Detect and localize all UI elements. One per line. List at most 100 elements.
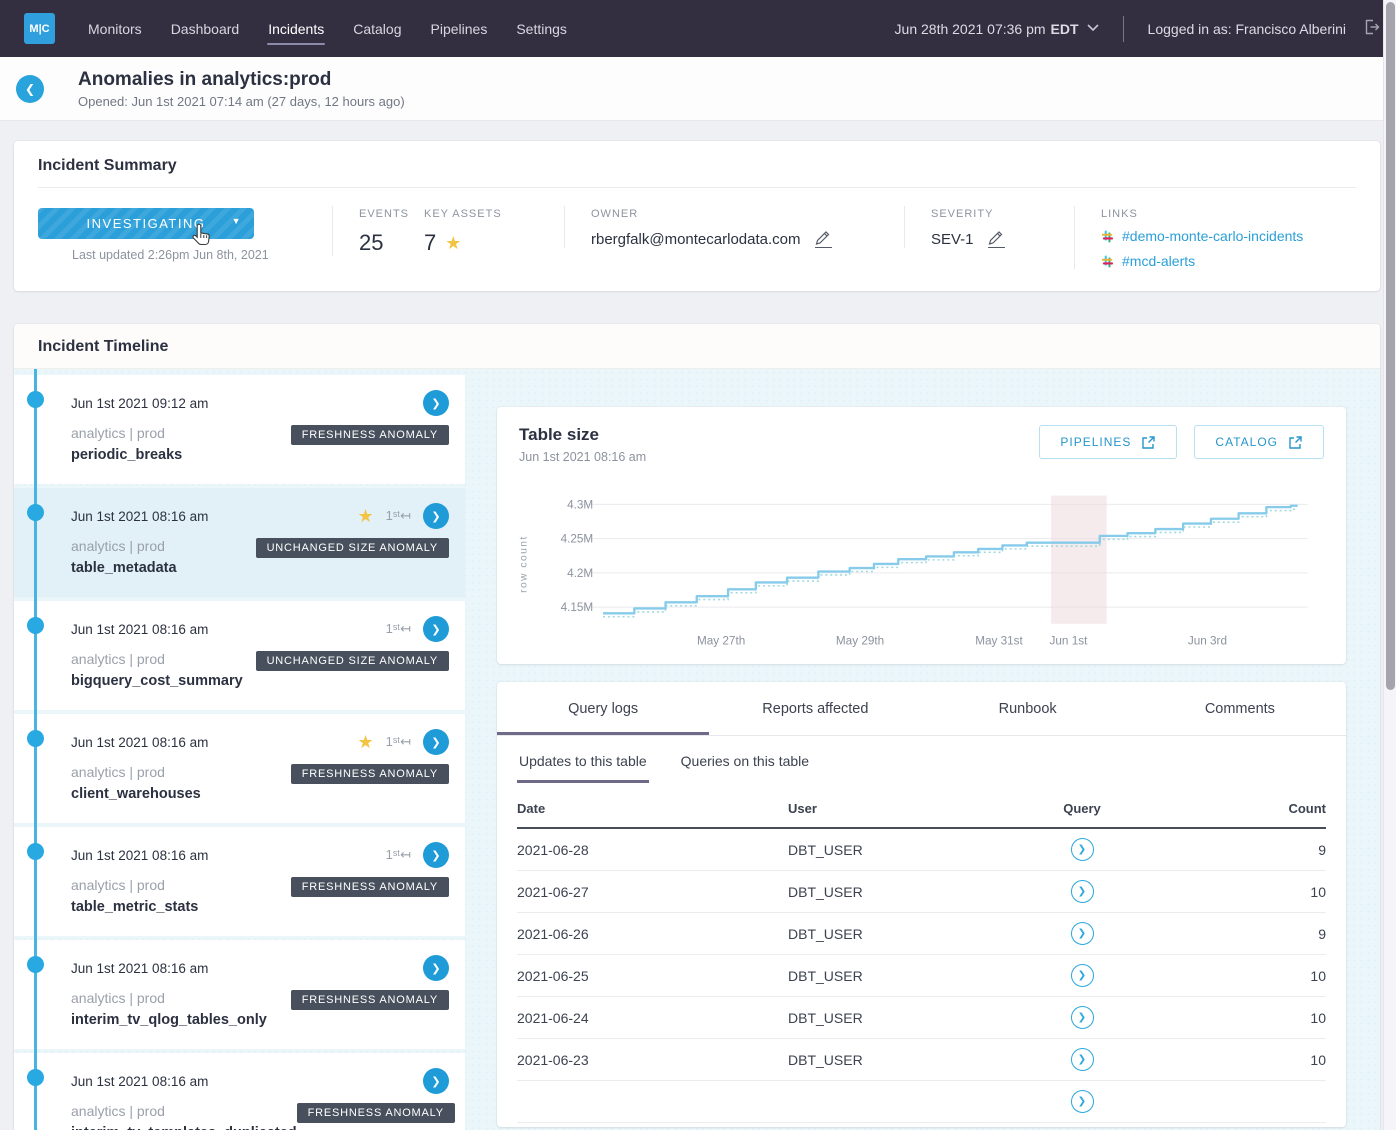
back-button[interactable]: ❮ — [16, 75, 44, 103]
monte-carlo-logo[interactable]: M|C — [24, 13, 55, 44]
timeline-item[interactable]: Jun 1st 2021 08:16 am ❯ analytics | prod… — [14, 940, 465, 1049]
query-table-header: Date User Query Count — [517, 789, 1326, 829]
nav-item-incidents[interactable]: Incidents — [267, 2, 325, 56]
timeline-item-table: table_metadata — [71, 560, 177, 576]
timeline-item-table: bigquery_cost_summary — [71, 673, 243, 689]
query-log-row[interactable]: 2021-06-28 DBT_USER ❯ 9 — [517, 829, 1326, 871]
status-dropdown-button[interactable]: INVESTIGATING ▼ — [38, 208, 254, 239]
timeline-item[interactable]: Jun 1st 2021 08:16 am 1ˢᵗ↤ ❯ analytics |… — [14, 827, 465, 936]
scrollbar-thumb[interactable] — [1386, 2, 1395, 690]
incident-timeline-title: Incident Timeline — [38, 338, 168, 355]
tab-row: Query logsReports affectedRunbookComment… — [497, 682, 1346, 736]
star-icon: ★ — [445, 233, 461, 254]
view-query-button[interactable]: ❯ — [1071, 922, 1094, 945]
catalog-button[interactable]: CATALOG — [1194, 425, 1324, 459]
timeline-item-dataset: analytics | prod — [71, 425, 182, 441]
tab-query-logs[interactable]: Query logs — [497, 682, 709, 735]
nav-item-monitors[interactable]: Monitors — [87, 2, 143, 56]
tab-runbook[interactable]: Runbook — [922, 682, 1134, 735]
severity-column: SEVERITY SEV-1 — [904, 206, 1074, 248]
nav-divider — [1123, 16, 1124, 42]
open-event-button[interactable]: ❯ — [423, 955, 449, 981]
app-root: M|C Monitors Dashboard Incidents Catalog Pip… — [0, 0, 1396, 1130]
query-log-row[interactable]: 2021-06-27 DBT_USER ❯ 10 — [517, 871, 1326, 913]
chevron-right-icon: ❯ — [431, 736, 440, 749]
query-log-row[interactable]: 2021-06-25 DBT_USER ❯ 10 — [517, 955, 1326, 997]
tab-reports-affected[interactable]: Reports affected — [709, 682, 921, 735]
events-column: EVENTS 25 — [332, 206, 424, 256]
open-event-button[interactable]: ❯ — [423, 842, 449, 868]
view-query-button[interactable]: ❯ — [1071, 1006, 1094, 1029]
timeline-line — [34, 369, 37, 1130]
query-row-count: 10 — [1176, 1010, 1326, 1026]
nav-item-catalog[interactable]: Catalog — [352, 2, 402, 56]
timeline-item-date: Jun 1st 2021 08:16 am — [71, 735, 208, 750]
pipelines-button[interactable]: PIPELINES — [1039, 425, 1177, 459]
status-last-updated: Last updated 2:26pm Jun 8th, 2021 — [72, 248, 332, 262]
catalog-button-label: CATALOG — [1215, 435, 1278, 449]
links-column: LINKS #demo-monte-carlo-incidents #mcd-a… — [1074, 206, 1356, 269]
view-query-button[interactable]: ❯ — [1071, 1090, 1094, 1113]
slack-channel-link[interactable]: #mcd-alerts — [1101, 253, 1356, 269]
timeline-item[interactable]: Jun 1st 2021 09:12 am ❯ analytics | prod… — [14, 375, 465, 484]
timeline-item-table: interim_tv_templates_duplicated — [71, 1125, 297, 1130]
query-log-row[interactable]: 2021-06-23 DBT_USER ❯ 10 — [517, 1039, 1326, 1081]
slack-channel-link[interactable]: #demo-monte-carlo-incidents — [1101, 228, 1356, 244]
open-event-button[interactable]: ❯ — [423, 390, 449, 416]
key-assets-value: 7 — [424, 230, 436, 256]
open-event-button[interactable]: ❯ — [423, 1068, 449, 1094]
timeline-item-dataset: analytics | prod — [71, 990, 267, 1006]
open-event-button[interactable]: ❯ — [423, 729, 449, 755]
severity-value: SEV-1 — [931, 231, 974, 248]
svg-text:4.2M: 4.2M — [567, 567, 593, 580]
open-event-button[interactable]: ❯ — [423, 616, 449, 642]
timeline-item[interactable]: Jun 1st 2021 08:16 am ★ 1ˢᵗ↤ ❯ analytics… — [14, 488, 465, 597]
query-row-count: 10 — [1176, 968, 1326, 984]
subtab-queries-on-this-table[interactable]: Queries on this table — [679, 736, 811, 783]
timeline-item[interactable]: Jun 1st 2021 08:16 am ❯ analytics | prod… — [14, 1053, 465, 1130]
timeline-item-table: client_warehouses — [71, 786, 201, 802]
view-query-button[interactable]: ❯ — [1071, 1048, 1094, 1071]
star-icon[interactable]: ★ — [357, 732, 373, 753]
timeline-item-date: Jun 1st 2021 08:16 am — [71, 509, 208, 524]
query-log-row[interactable]: 2021-06-24 DBT_USER ❯ 10 — [517, 997, 1326, 1039]
table-size-chart[interactable]: 4.15M4.2M4.25M4.3MMay 27thMay 29thMay 31… — [513, 478, 1330, 656]
first-occurrence-icon: 1ˢᵗ↤ — [386, 508, 411, 524]
status-column: INVESTIGATING ▼ Last updated 2:26pm Jun … — [38, 206, 332, 262]
page-scrollbar[interactable] — [1383, 0, 1396, 1130]
datetime-dropdown[interactable]: Jun 28th 2021 07:36 pm EDT — [895, 21, 1099, 37]
detail-column: Table size Jun 1st 2021 08:16 am PIPELIN… — [465, 369, 1380, 1130]
caret-down-icon: ▼ — [232, 216, 242, 226]
timeline-item[interactable]: Jun 1st 2021 08:16 am ★ 1ˢᵗ↤ ❯ analytics… — [14, 714, 465, 823]
chevron-right-icon: ❯ — [1078, 970, 1086, 981]
incident-opened-text: Opened: Jun 1st 2021 07:14 am (27 days, … — [78, 94, 405, 109]
logout-icon[interactable] — [1360, 16, 1382, 41]
open-event-button[interactable]: ❯ — [423, 503, 449, 529]
nav-item-pipelines[interactable]: Pipelines — [430, 2, 489, 56]
events-value: 25 — [359, 230, 424, 256]
severity-label: SEVERITY — [931, 208, 1074, 220]
query-log-row[interactable]: ❯ — [517, 1081, 1326, 1123]
nav-item-dashboard[interactable]: Dashboard — [170, 2, 241, 56]
nav-item-settings[interactable]: Settings — [515, 2, 568, 56]
column-header-date: Date — [517, 801, 788, 816]
timeline-item-dataset: analytics | prod — [71, 1103, 297, 1119]
events-label: EVENTS — [359, 208, 424, 220]
edit-severity-icon[interactable] — [988, 230, 1005, 248]
query-logs-card: Query logsReports affectedRunbookComment… — [497, 682, 1346, 1127]
slack-icon — [1101, 230, 1114, 243]
owner-label: OWNER — [591, 208, 904, 220]
timeline-item-table: table_metric_stats — [71, 899, 198, 915]
subtab-updates-to-this-table[interactable]: Updates to this table — [517, 736, 649, 783]
view-query-button[interactable]: ❯ — [1071, 880, 1094, 903]
view-query-button[interactable]: ❯ — [1071, 838, 1094, 861]
timeline-item[interactable]: Jun 1st 2021 08:16 am 1ˢᵗ↤ ❯ analytics |… — [14, 601, 465, 710]
chevron-right-icon: ❯ — [1078, 844, 1086, 855]
timeline-item-date: Jun 1st 2021 08:16 am — [71, 622, 208, 637]
tab-comments[interactable]: Comments — [1134, 682, 1346, 735]
svg-text:row count: row count — [519, 535, 530, 593]
query-log-row[interactable]: 2021-06-26 DBT_USER ❯ 9 — [517, 913, 1326, 955]
view-query-button[interactable]: ❯ — [1071, 964, 1094, 987]
edit-owner-icon[interactable] — [815, 230, 832, 248]
star-icon[interactable]: ★ — [357, 506, 373, 527]
